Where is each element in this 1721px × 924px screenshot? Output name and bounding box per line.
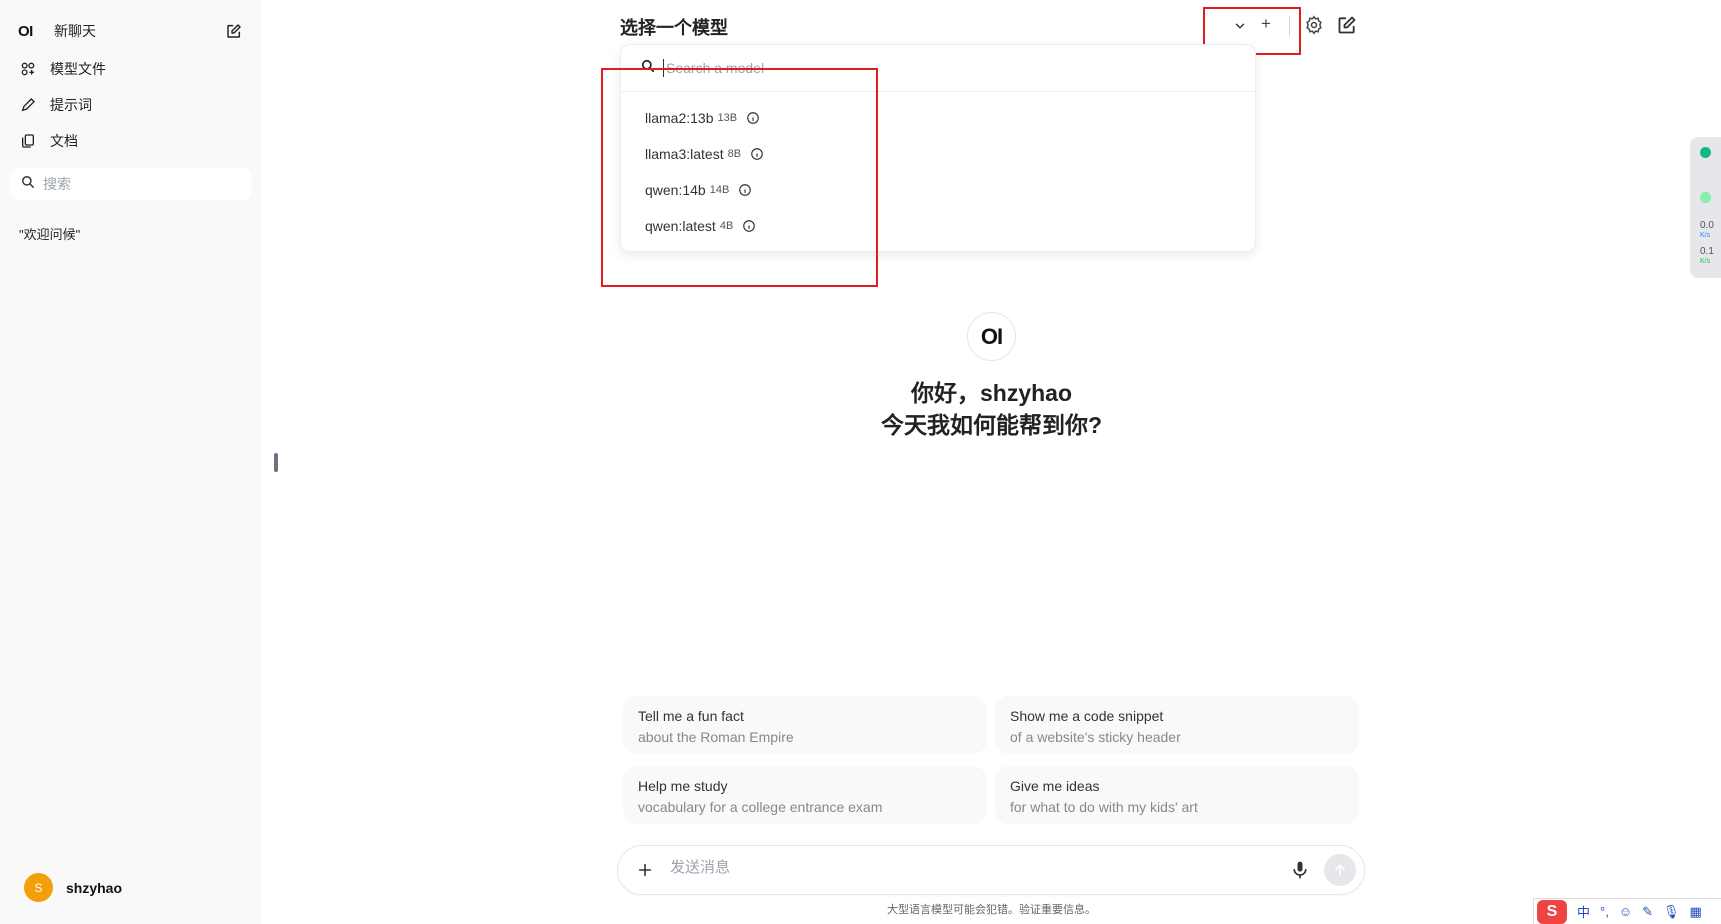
suggestion-title: Give me ideas [1010, 778, 1100, 794]
ime-toolbar[interactable]: S 中 °, ☺ ✎ 🎙 ▦ [1533, 898, 1721, 924]
sidebar-item-label: 提示词 [50, 97, 92, 113]
suggestion-subtitle: for what to do with my kids' art [1010, 799, 1198, 815]
pen-icon[interactable]: ✎ [1642, 904, 1653, 920]
network-speed-widget[interactable]: 0.0 K/s 0.1 K/s [1690, 137, 1721, 278]
model-selector-title[interactable]: 选择一个模型 [620, 14, 728, 40]
sidebar-item-model-files[interactable]: 模型文件 [20, 57, 106, 81]
upload-speed: 0.0 [1700, 220, 1714, 231]
suggestion-card[interactable]: Show me a code snippet of a website's st… [995, 696, 1359, 754]
microphone-icon[interactable]: 🎙 [1663, 904, 1680, 920]
username: shzyhao [66, 879, 123, 896]
attach-plus-icon[interactable] [632, 857, 658, 883]
new-chat-edit-icon[interactable] [1337, 15, 1359, 37]
sidebar-collapse-handle[interactable] [274, 453, 278, 472]
center-logo: OI [967, 312, 1016, 361]
user-menu[interactable]: S shzyhao [24, 873, 122, 902]
message-input[interactable] [670, 859, 1230, 876]
pencil-icon [20, 97, 50, 113]
app-logo: OI [18, 22, 33, 40]
greeting-subtitle: 今天我如何能帮到你? [880, 412, 1103, 438]
emoji-icon[interactable]: ☺ [1619, 904, 1632, 919]
documents-icon [20, 133, 50, 149]
download-unit: K/s [1700, 258, 1711, 265]
suggestion-card[interactable]: Tell me a fun fact about the Roman Empir… [623, 696, 987, 754]
chat-history-item[interactable]: "欢迎问候" [19, 224, 80, 243]
sidebar-search[interactable] [9, 168, 252, 200]
sidebar-item-label: 模型文件 [50, 61, 106, 77]
upload-unit: K/s [1700, 232, 1711, 239]
suggestion-subtitle: about the Roman Empire [638, 729, 794, 745]
ime-mode[interactable]: 中 [1577, 902, 1590, 921]
suggestion-subtitle: vocabulary for a college entrance exam [638, 799, 883, 815]
search-icon [21, 175, 35, 194]
ime-punct[interactable]: °, [1600, 904, 1609, 919]
suggestion-title: Help me study [638, 778, 728, 794]
new-chat-icon[interactable] [224, 21, 244, 41]
status-dot-icon [1700, 192, 1711, 203]
gear-icon[interactable] [1304, 15, 1326, 37]
sidebar-item-prompts[interactable]: 提示词 [20, 93, 92, 117]
suggestion-title: Show me a code snippet [1010, 708, 1164, 724]
suggestion-card[interactable]: Help me study vocabulary for a college e… [623, 766, 987, 824]
new-chat-label[interactable]: 新聊天 [54, 21, 224, 41]
disclaimer: 大型语言模型可能会犯错。验证重要信息。 [887, 904, 1096, 916]
send-button[interactable] [1324, 854, 1356, 886]
microphone-icon[interactable] [1290, 859, 1312, 881]
sidebar-item-documents[interactable]: 文档 [20, 129, 78, 153]
grid-icon[interactable]: ▦ [1690, 904, 1702, 920]
download-speed: 0.1 [1700, 246, 1714, 257]
model-files-icon [20, 61, 50, 77]
message-composer [617, 845, 1365, 895]
sidebar-search-input[interactable] [43, 176, 233, 192]
avatar: S [24, 873, 53, 902]
arrow-up-icon [1335, 864, 1345, 876]
suggestion-subtitle: of a website's sticky header [1010, 729, 1181, 745]
annotation-box-model-list [601, 68, 878, 287]
status-dot-icon [1700, 147, 1711, 158]
greeting-title: 你好，shzyhao [910, 380, 1073, 406]
ime-logo[interactable]: S [1537, 899, 1567, 924]
sidebar: OI 新聊天 模型文件 提示词 文档 "欢迎问候" S shzyhao [0, 0, 261, 924]
new-chat-row[interactable]: OI 新聊天 [18, 18, 244, 44]
suggestion-title: Tell me a fun fact [638, 708, 744, 724]
sidebar-item-label: 文档 [50, 133, 78, 149]
suggestion-card[interactable]: Give me ideas for what to do with my kid… [995, 766, 1359, 824]
